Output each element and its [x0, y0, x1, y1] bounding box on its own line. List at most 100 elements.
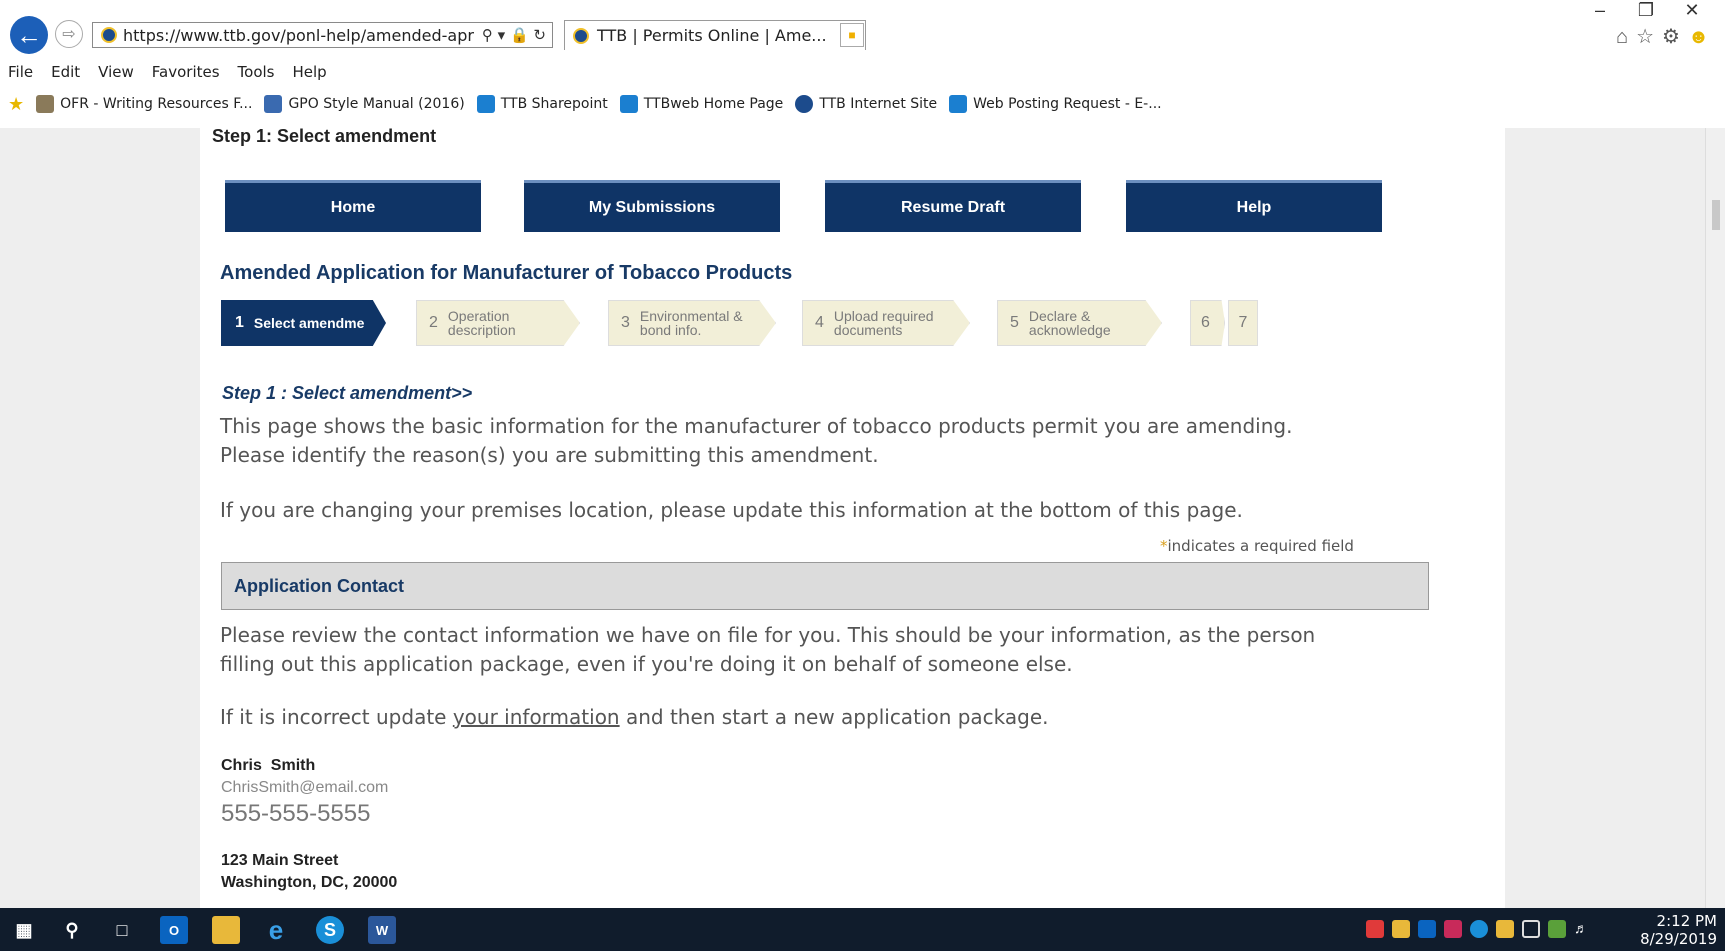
internet-explorer-icon[interactable]: e [262, 915, 290, 945]
gpo-icon [264, 95, 283, 113]
step-heading: Step 1: Select amendment [212, 126, 437, 146]
back-button[interactable]: ← [10, 16, 48, 54]
volume-icon[interactable]: ♬ [1574, 920, 1592, 938]
contact-text-line-2: filling out this application package, ev… [220, 652, 1073, 676]
outlook-icon[interactable]: O [160, 916, 188, 944]
menu-bar: File Edit View Favorites Tools Help [0, 58, 1725, 86]
step-label: Declare & acknowledge [1028, 308, 1111, 338]
favorite-ttbweb-home[interactable]: TTBweb Home Page [619, 95, 784, 113]
tray-skype-icon[interactable] [1470, 920, 1488, 938]
update-suffix: and then start a new application package… [619, 705, 1049, 729]
premises-note: If you are changing your premises locati… [220, 498, 1243, 522]
toolbar-icons: ⌂☆⚙☻ [1616, 24, 1717, 49]
favorite-web-posting[interactable]: Web Posting Request - E-... [949, 95, 1162, 113]
tab-title: TTB | Permits Online | Ame... [597, 26, 827, 45]
required-note-text: indicates a required field [1167, 537, 1354, 555]
sharepoint-icon [619, 95, 638, 113]
intro-line-1: This page shows the basic information fo… [220, 414, 1293, 438]
tray-mcafee-icon[interactable] [1444, 920, 1462, 938]
required-star: * [1160, 537, 1168, 555]
menu-edit[interactable]: Edit [51, 63, 80, 81]
tray-app-icon[interactable] [1366, 920, 1384, 938]
site-favicon-icon [101, 27, 117, 43]
contact-email: ChrisSmith@email.com [221, 779, 389, 796]
contact-text-line-1: Please review the contact information we… [220, 623, 1316, 647]
star-icon[interactable]: ☆ [1636, 26, 1662, 48]
section-title: Application Contact [234, 575, 404, 596]
favorites-bar: ★ OFR - Writing Resources F... GPO Style… [0, 88, 1725, 120]
menu-file[interactable]: File [8, 63, 33, 81]
system-clock[interactable]: 2:12 PM 8/29/2019 [1640, 912, 1717, 948]
windows-start-icon[interactable]: ▦ [10, 916, 38, 944]
word-icon[interactable]: W [368, 916, 396, 944]
gear-icon[interactable]: ⚙ [1662, 26, 1688, 48]
home-icon[interactable]: ⌂ [1616, 26, 1636, 48]
step-label: Upload required documents [833, 308, 934, 338]
sharepoint-icon [476, 95, 495, 113]
nav-home-button[interactable]: Home [225, 180, 481, 232]
clock-time: 2:12 PM [1656, 912, 1717, 930]
skype-icon[interactable]: S [316, 916, 344, 944]
step-number: 2 [429, 314, 438, 331]
intro-line-2: Please identify the reason(s) you are su… [220, 443, 879, 467]
menu-view[interactable]: View [98, 63, 134, 81]
tray-outlook-icon[interactable] [1418, 920, 1436, 938]
task-view-icon[interactable]: □ [108, 916, 136, 944]
address-controls[interactable]: ⚲ ▾ 🔒 ↻ [482, 26, 552, 44]
scrollbar-thumb[interactable] [1712, 200, 1720, 230]
step-number: 1 [235, 314, 244, 331]
step-3[interactable]: 3 Environmental & bond info. [608, 300, 776, 346]
step-number: 6 [1201, 314, 1210, 331]
smiley-icon[interactable]: ☻ [1688, 26, 1717, 48]
sharepoint-icon [949, 95, 968, 113]
close-window-icon[interactable]: ✕ [1669, 0, 1715, 21]
favorite-ofr[interactable]: OFR - Writing Resources F... [36, 95, 252, 113]
contact-name: Chris Smith [221, 757, 316, 774]
tray-network-icon[interactable] [1496, 920, 1514, 938]
favorite-gpo[interactable]: GPO Style Manual (2016) [264, 95, 465, 113]
browser-tab[interactable]: TTB | Permits Online | Ame... ✕ [564, 20, 866, 50]
intro-text: This page shows the basic information fo… [220, 412, 1470, 470]
favorites-star-icon[interactable]: ★ [8, 94, 24, 115]
favorite-label: GPO Style Manual (2016) [288, 96, 465, 112]
step-7[interactable]: 7 [1228, 300, 1258, 346]
new-tab-button[interactable]: ■ [840, 23, 864, 47]
vertical-scrollbar[interactable] [1705, 128, 1725, 908]
step-5[interactable]: 5 Declare & acknowledge [997, 300, 1162, 346]
favorite-label: TTBweb Home Page [643, 96, 784, 112]
file-explorer-icon[interactable] [212, 916, 240, 944]
instruction-heading: Step 1 : Select amendment>> [222, 383, 473, 403]
tray-notes-icon[interactable] [1548, 920, 1566, 938]
address-bar[interactable]: https://www.ttb.gov/ponl-help/amended-ap… [92, 22, 553, 48]
menu-tools[interactable]: Tools [238, 63, 275, 81]
tray-mail-icon[interactable] [1392, 920, 1410, 938]
step-label: Environmental & bond info. [639, 308, 743, 338]
update-instructions: If it is incorrect update your informati… [220, 703, 1470, 732]
step-4[interactable]: 4 Upload required documents [802, 300, 970, 346]
restore-icon[interactable]: ❐ [1623, 0, 1669, 21]
favorite-ttb-sharepoint[interactable]: TTB Sharepoint [476, 95, 608, 113]
favorite-ttb-internet[interactable]: TTB Internet Site [795, 95, 937, 113]
menu-favorites[interactable]: Favorites [152, 63, 220, 81]
step-number: 3 [621, 314, 630, 331]
nav-my-submissions-button[interactable]: My Submissions [524, 180, 780, 232]
minimize-icon[interactable]: – [1577, 0, 1623, 21]
nav-help-button[interactable]: Help [1126, 180, 1382, 232]
step-number: 5 [1010, 314, 1019, 331]
arrow-left-icon: ← [16, 19, 42, 50]
step-1[interactable]: 1 Select amendme [221, 300, 386, 346]
step-2[interactable]: 2 Operation description [416, 300, 580, 346]
step-number: 7 [1238, 314, 1248, 331]
tray-usb-icon[interactable] [1522, 920, 1540, 938]
clock-date: 8/29/2019 [1640, 930, 1717, 948]
forward-button[interactable]: ⇨ [55, 20, 83, 48]
required-field-note: *indicates a required field [1160, 537, 1354, 555]
search-icon[interactable]: ⚲ [58, 916, 86, 944]
browser-chrome: ← ⇨ https://www.ttb.gov/ponl-help/amende… [0, 0, 1725, 130]
new-tab-icon: ■ [848, 28, 856, 42]
menu-help[interactable]: Help [293, 63, 327, 81]
contact-address-line-2: Washington, DC, 20000 [221, 874, 398, 891]
step-6[interactable]: 6 [1190, 300, 1225, 346]
your-information-link[interactable]: your information [453, 705, 620, 729]
nav-resume-draft-button[interactable]: Resume Draft [825, 180, 1081, 232]
